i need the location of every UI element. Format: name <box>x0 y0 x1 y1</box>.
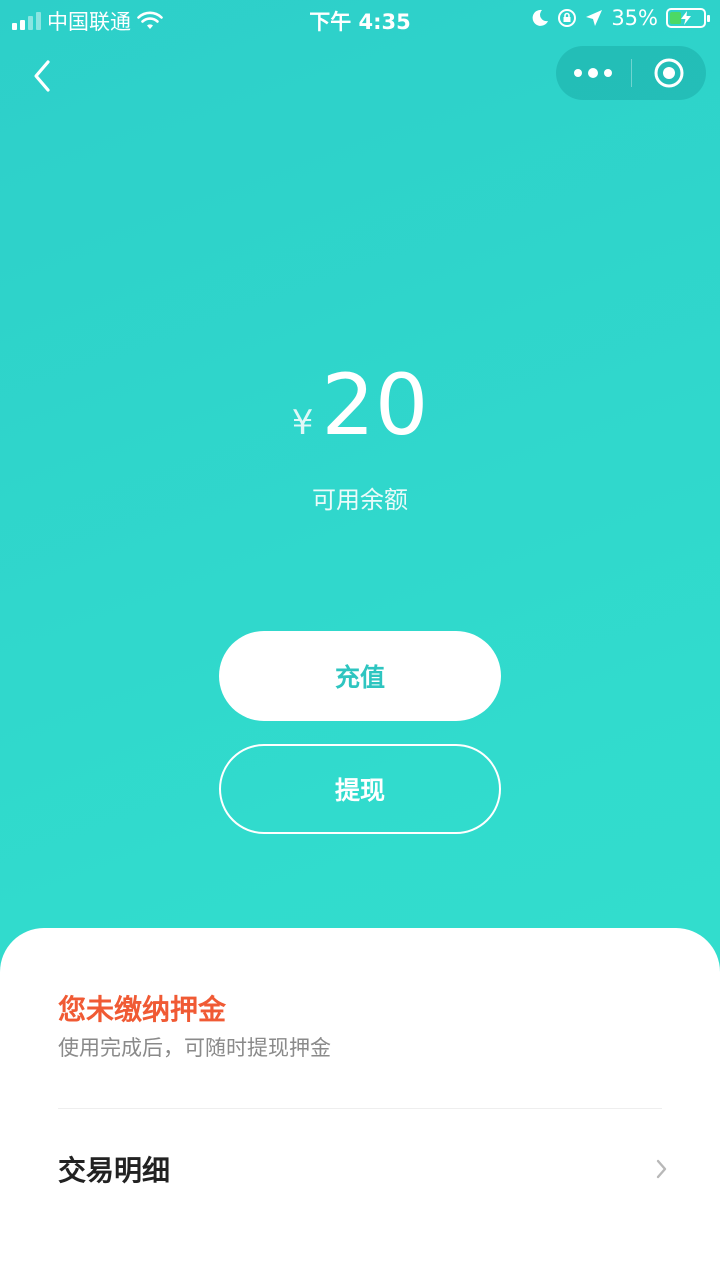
deposit-status-title: 您未缴纳押金 <box>58 993 227 1026</box>
balance-section: ¥ 20 可用余额 <box>0 360 720 515</box>
location-arrow-icon <box>586 10 603 26</box>
status-right: 35% <box>531 6 710 30</box>
deposit-status-subtitle: 使用完成后，可随时提现押金 <box>58 1036 331 1060</box>
close-miniprogram-button[interactable] <box>632 46 707 100</box>
balance-amount-row: ¥ 20 <box>292 360 429 450</box>
recharge-button[interactable]: 充值 <box>219 631 501 721</box>
balance-label: 可用余额 <box>312 486 408 514</box>
battery-percent: 35% <box>611 6 658 30</box>
withdraw-button[interactable]: 提现 <box>219 744 501 834</box>
moon-icon <box>532 9 549 26</box>
status-bar: 中国联通 下午 4:35 35% <box>0 0 720 40</box>
balance-amount: 20 <box>321 356 429 454</box>
more-menu-button[interactable] <box>556 46 631 100</box>
target-circle-icon <box>654 58 684 88</box>
wallet-screen: 中国联通 下午 4:35 35% ¥ 20 可用余额 充值 提现 您未缴纳押金 … <box>0 0 720 1280</box>
miniprogram-capsule <box>556 46 706 100</box>
info-card: 您未缴纳押金 使用完成后，可随时提现押金 交易明细 <box>0 928 720 1280</box>
card-divider <box>58 1108 662 1109</box>
chevron-left-icon <box>34 60 50 92</box>
transaction-details-label: 交易明细 <box>58 1154 171 1187</box>
battery-charging-icon <box>666 8 710 28</box>
currency-symbol: ¥ <box>291 403 314 443</box>
back-button[interactable] <box>24 56 64 96</box>
chevron-right-icon <box>656 1159 667 1179</box>
orientation-lock-icon <box>558 9 577 27</box>
more-dots-icon <box>574 68 613 78</box>
transaction-details-row[interactable]: 交易明细 <box>58 1134 670 1204</box>
